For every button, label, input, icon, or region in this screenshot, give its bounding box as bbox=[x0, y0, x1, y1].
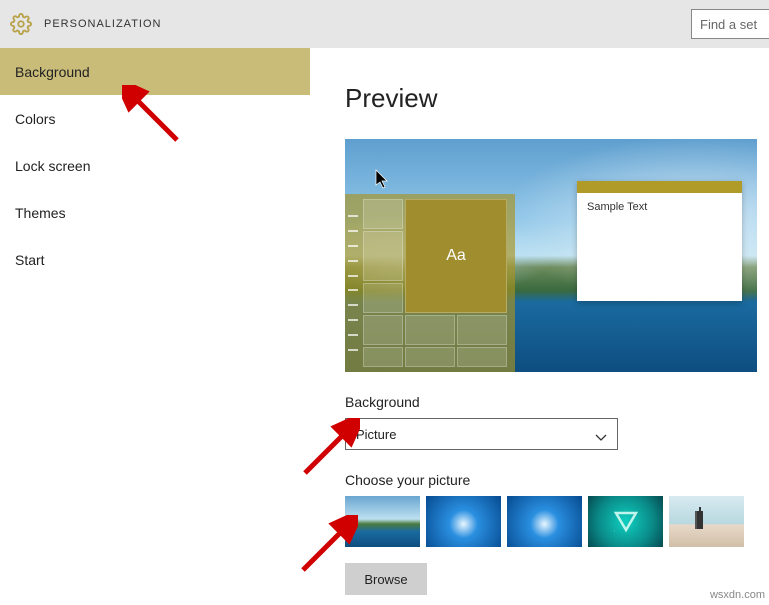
preview-heading: Preview bbox=[345, 83, 769, 114]
sidebar-item-lock-screen[interactable]: Lock screen bbox=[0, 142, 310, 189]
watermark: wsxdn.com bbox=[710, 589, 765, 601]
sidebar-item-themes[interactable]: Themes bbox=[0, 189, 310, 236]
preview-start-menu: Aa bbox=[345, 194, 515, 372]
picture-thumb-3[interactable] bbox=[507, 496, 582, 547]
content-area: Preview Aa Sample Text Background Pictur… bbox=[310, 48, 769, 605]
picture-thumb-2[interactable] bbox=[426, 496, 501, 547]
preview-start-tiles: Aa bbox=[363, 194, 515, 372]
sidebar: Background Colors Lock screen Themes Sta… bbox=[0, 48, 310, 605]
settings-header: PERSONALIZATION Find a set bbox=[0, 0, 769, 48]
sidebar-item-label: Start bbox=[15, 252, 45, 268]
picture-thumb-4[interactable] bbox=[588, 496, 663, 547]
page-title: PERSONALIZATION bbox=[44, 18, 161, 30]
background-dropdown[interactable]: Picture bbox=[345, 418, 618, 450]
sidebar-item-label: Background bbox=[15, 64, 90, 80]
picture-thumbnails bbox=[345, 496, 769, 547]
sidebar-item-label: Colors bbox=[15, 111, 55, 127]
preview-tile-aa: Aa bbox=[405, 199, 507, 313]
browse-button-label: Browse bbox=[364, 572, 407, 587]
sidebar-item-colors[interactable]: Colors bbox=[0, 95, 310, 142]
dropdown-value: Picture bbox=[356, 427, 396, 442]
sidebar-item-background[interactable]: Background bbox=[0, 48, 310, 95]
preview-window: Sample Text bbox=[577, 181, 742, 301]
preview-window-text: Sample Text bbox=[587, 201, 647, 213]
search-placeholder: Find a set bbox=[700, 17, 757, 32]
picture-thumb-1[interactable] bbox=[345, 496, 420, 547]
gear-icon bbox=[10, 13, 32, 35]
sidebar-item-label: Themes bbox=[15, 205, 66, 221]
desktop-preview: Aa Sample Text bbox=[345, 139, 757, 372]
chevron-down-icon bbox=[595, 430, 607, 438]
browse-button[interactable]: Browse bbox=[345, 563, 427, 595]
cursor-icon bbox=[375, 169, 389, 189]
search-input[interactable]: Find a set bbox=[691, 9, 769, 39]
picture-thumb-5[interactable] bbox=[669, 496, 744, 547]
sidebar-item-start[interactable]: Start bbox=[0, 236, 310, 283]
choose-picture-label: Choose your picture bbox=[345, 472, 769, 488]
background-label: Background bbox=[345, 394, 769, 410]
preview-start-nav bbox=[345, 194, 363, 372]
sidebar-item-label: Lock screen bbox=[15, 158, 90, 174]
